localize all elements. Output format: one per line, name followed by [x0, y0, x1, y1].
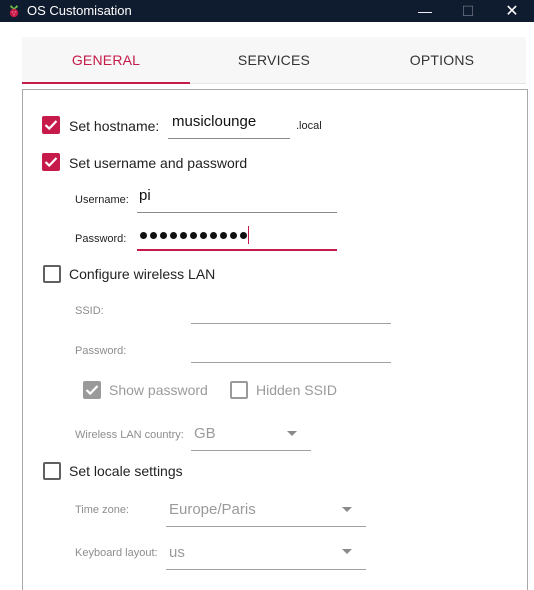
- username-value: pi: [139, 187, 151, 204]
- title-bar: OS Customisation — ☐ ✕: [0, 0, 534, 22]
- password-dot: [200, 232, 207, 239]
- password-dot: [160, 232, 167, 239]
- keyboard-layout-select[interactable]: [166, 539, 366, 570]
- username-input[interactable]: [137, 185, 337, 213]
- set-locale-checkbox[interactable]: [43, 462, 61, 480]
- set-locale-label: Set locale settings: [69, 463, 183, 479]
- chevron-down-icon: [287, 431, 297, 436]
- configure-wlan-checkbox[interactable]: [43, 265, 61, 283]
- close-button[interactable]: ✕: [490, 0, 534, 22]
- password-dot: [190, 232, 197, 239]
- set-hostname-label: Set hostname:: [69, 118, 160, 134]
- close-icon: ✕: [505, 3, 519, 20]
- checkmark-icon: [44, 120, 58, 131]
- keyboard-layout-label: Keyboard layout:: [75, 547, 158, 559]
- checkmark-icon: [85, 385, 99, 396]
- wlan-country-label: Wireless LAN country:: [75, 429, 184, 441]
- ssid-label: SSID:: [75, 305, 104, 317]
- tab-general[interactable]: GENERAL: [22, 37, 190, 84]
- set-username-password-checkbox[interactable]: [42, 153, 60, 171]
- keyboard-layout-value: us: [169, 544, 185, 561]
- timezone-value: Europe/Paris: [169, 501, 256, 518]
- timezone-label: Time zone:: [75, 504, 130, 516]
- username-label: Username:: [75, 194, 129, 206]
- hostname-value: musiclounge: [172, 113, 257, 130]
- password-label: Password:: [75, 233, 127, 245]
- password-mask: [140, 232, 247, 239]
- checkmark-icon: [44, 157, 58, 168]
- chevron-down-icon: [342, 507, 352, 512]
- minimize-button[interactable]: —: [403, 0, 447, 22]
- show-password-checkbox[interactable]: [83, 381, 101, 399]
- password-dot: [180, 232, 187, 239]
- wlan-country-value: GB: [194, 425, 216, 442]
- tab-options[interactable]: OPTIONS: [358, 37, 526, 83]
- password-dot: [140, 232, 147, 239]
- password-dot: [150, 232, 157, 239]
- set-username-password-label: Set username and password: [69, 155, 248, 171]
- hostname-suffix: .local: [296, 120, 322, 132]
- password-dot: [170, 232, 177, 239]
- raspberry-pi-icon: [7, 4, 21, 18]
- ssid-input[interactable]: [191, 297, 391, 324]
- password-dot: [240, 232, 247, 239]
- set-hostname-checkbox[interactable]: [42, 116, 60, 134]
- minimize-icon: —: [418, 3, 432, 19]
- maximize-button[interactable]: ☐: [446, 0, 490, 22]
- window-title: OS Customisation: [27, 3, 132, 18]
- password-dot: [230, 232, 237, 239]
- password-dot: [210, 232, 217, 239]
- password-dot: [220, 232, 227, 239]
- wlan-password-input[interactable]: [191, 336, 391, 363]
- hidden-ssid-checkbox[interactable]: [230, 381, 248, 399]
- show-password-label: Show password: [109, 382, 208, 398]
- wlan-password-label: Password:: [75, 345, 127, 357]
- tab-bar: GENERAL SERVICES OPTIONS: [22, 37, 526, 84]
- configure-wlan-label: Configure wireless LAN: [69, 266, 216, 282]
- text-cursor: [248, 226, 249, 244]
- chevron-down-icon: [342, 549, 352, 554]
- hidden-ssid-label: Hidden SSID: [256, 382, 337, 398]
- maximize-icon: ☐: [461, 2, 475, 19]
- tab-services[interactable]: SERVICES: [190, 37, 358, 83]
